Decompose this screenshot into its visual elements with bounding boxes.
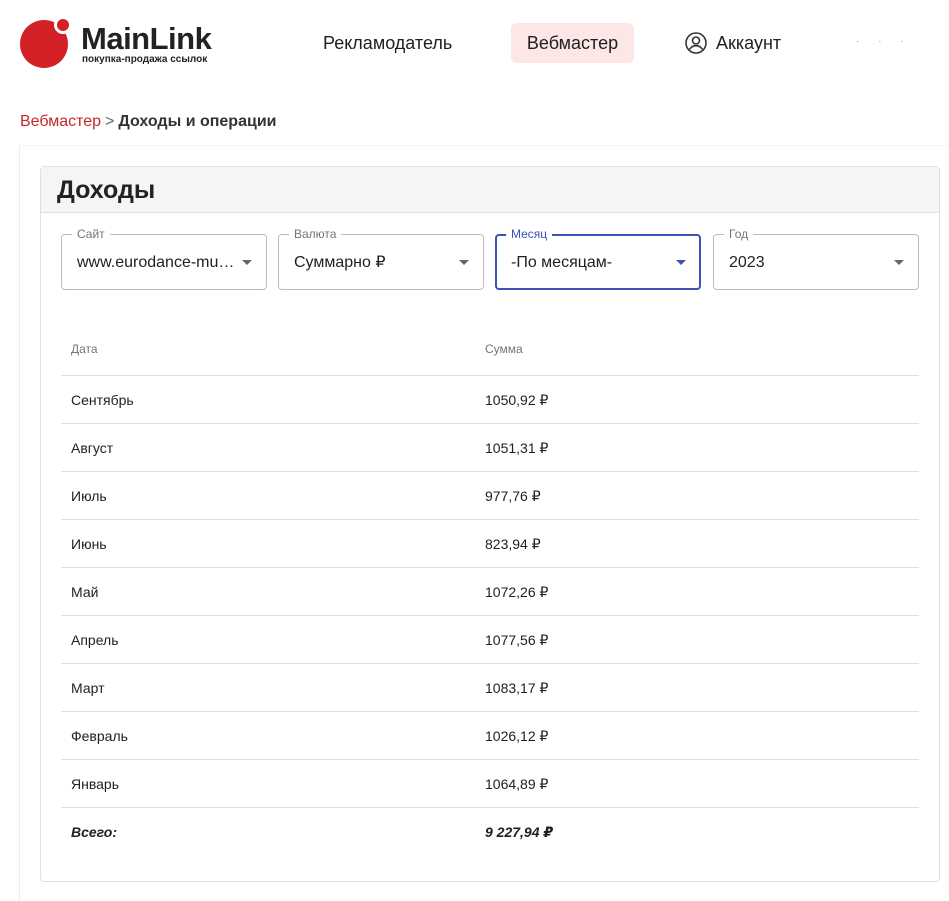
table-row: Февраль 1026,12 ₽: [61, 712, 919, 760]
income-table: Дата Сумма Сентябрь 1050,92 ₽ Август 105…: [61, 324, 919, 856]
table-row: Август 1051,31 ₽: [61, 424, 919, 472]
table-row: Сентябрь 1050,92 ₽: [61, 376, 919, 424]
row-amount: 1083,17 ₽: [485, 680, 549, 696]
row-amount: 1072,26 ₽: [485, 584, 549, 600]
row-date: Май: [71, 584, 99, 600]
table-row: Июнь 823,94 ₽: [61, 520, 919, 568]
row-amount: 1051,31 ₽: [485, 440, 549, 456]
caret-down-icon: [242, 260, 252, 265]
menu-dots-icon[interactable]: · · ·: [856, 36, 912, 47]
row-date: Апрель: [71, 632, 119, 648]
logo-dot-icon: [54, 16, 72, 34]
row-amount: 1077,56 ₽: [485, 632, 549, 648]
table-row: Июль 977,76 ₽: [61, 472, 919, 520]
table-row: Апрель 1077,56 ₽: [61, 616, 919, 664]
mainlink-logo[interactable]: MainLink покупка-продажа ссылок: [20, 16, 220, 72]
caret-down-icon: [894, 260, 904, 265]
currency-select-value: Суммарно ₽: [294, 254, 386, 271]
year-select[interactable]: Год 2023: [713, 227, 919, 290]
site-select-value: www.eurodance-music.ru: [77, 254, 240, 271]
row-amount: 823,94 ₽: [485, 536, 541, 552]
site-select[interactable]: Сайт www.eurodance-music.ru: [61, 227, 267, 290]
row-amount: 1050,92 ₽: [485, 392, 549, 408]
breadcrumb-link-webmaster[interactable]: Вебмастер: [20, 113, 101, 130]
site-select-label: Сайт: [72, 227, 110, 241]
breadcrumb: Вебмастер > Доходы и операции: [20, 112, 276, 132]
nav-account-label: Аккаунт: [716, 33, 782, 53]
table-row: Январь 1064,89 ₽: [61, 760, 919, 808]
row-date: Июнь: [71, 536, 107, 552]
month-select-value: -По месяцам-: [511, 254, 613, 271]
logo-tagline: покупка-продажа ссылок: [82, 54, 208, 65]
row-amount: 1026,12 ₽: [485, 728, 549, 744]
caret-down-icon: [459, 260, 469, 265]
year-select-value: 2023: [729, 254, 765, 271]
logo-name: MainLink: [81, 21, 212, 56]
row-date: Август: [71, 440, 114, 456]
row-amount: 977,76 ₽: [485, 488, 541, 504]
header-date: Дата: [71, 342, 98, 356]
nav-advertiser[interactable]: Рекламодатель: [310, 23, 465, 63]
year-select-label: Год: [724, 227, 754, 241]
row-date: Сентябрь: [71, 392, 134, 408]
month-select-label: Месяц: [506, 227, 553, 241]
breadcrumb-separator: >: [105, 113, 115, 130]
currency-select-label: Валюта: [289, 227, 342, 241]
row-date: Июль: [71, 488, 107, 504]
account-icon: [685, 32, 707, 54]
card-header: Доходы: [41, 167, 939, 213]
income-card: Доходы Сайт www.eurodance-music.ru Валют…: [40, 166, 940, 882]
nav-webmaster[interactable]: Вебмастер: [511, 23, 634, 63]
card-title: Доходы: [57, 176, 156, 204]
total-amount: 9 227,94 ₽: [485, 824, 554, 840]
nav-account[interactable]: Аккаунт: [684, 23, 781, 63]
table-row: Март 1083,17 ₽: [61, 664, 919, 712]
header-amount: Сумма: [485, 342, 523, 356]
row-date: Февраль: [71, 728, 128, 744]
breadcrumb-current: Доходы и операции: [118, 113, 277, 130]
month-select[interactable]: Месяц -По месяцам-: [495, 227, 701, 290]
table-row: Май 1072,26 ₽: [61, 568, 919, 616]
total-row: Всего: 9 227,94 ₽: [61, 808, 919, 856]
row-amount: 1064,89 ₽: [485, 776, 549, 792]
row-date: Январь: [71, 776, 119, 792]
row-date: Март: [71, 680, 105, 696]
currency-select[interactable]: Валюта Суммарно ₽: [278, 227, 484, 290]
total-label: Всего:: [71, 824, 118, 840]
caret-down-icon: [676, 260, 686, 265]
table-header: Дата Сумма: [61, 324, 919, 376]
